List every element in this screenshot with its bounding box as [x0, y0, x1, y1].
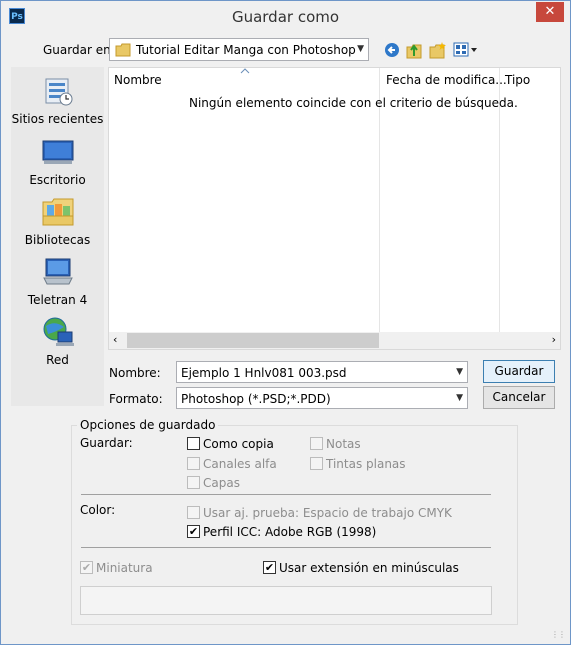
close-button[interactable]: ✕	[536, 2, 564, 22]
layers-checkbox[interactable]	[187, 476, 200, 489]
folder-icon	[115, 43, 131, 57]
lowercase-extension-checkbox[interactable]: ✔	[263, 561, 276, 574]
location-dropdown[interactable]: Tutorial Editar Manga con Photoshop ▼	[109, 38, 369, 61]
libraries-icon	[42, 198, 73, 226]
desktop-icon	[42, 140, 73, 164]
alpha-channels-checkbox[interactable]	[187, 457, 200, 470]
location-text: Tutorial Editar Manga con Photoshop	[136, 43, 356, 57]
place-label: Bibliotecas	[24, 233, 91, 247]
place-computer[interactable]: Teletran 4	[11, 256, 104, 307]
save-options-title: Opciones de guardado	[77, 418, 219, 432]
save-button[interactable]: Guardar	[483, 360, 555, 383]
places-bar: Sitios recientes Escritorio Bibliotecas	[11, 67, 104, 406]
scrollbar-thumb[interactable]	[127, 333, 379, 348]
file-list[interactable]: Nombre Fecha de modifica... Tipo Ningún …	[108, 67, 561, 350]
sort-arrow-icon	[240, 68, 250, 74]
place-label: Sitios recientes	[11, 112, 104, 126]
save-as-dialog: Ps Guardar como ✕ Guardar en: Tutorial E…	[0, 0, 571, 645]
up-folder-icon[interactable]	[406, 41, 422, 59]
spot-colors-label: Tintas planas	[326, 457, 406, 471]
thumbnail-label: Miniatura	[96, 561, 153, 575]
place-desktop[interactable]: Escritorio	[11, 136, 104, 187]
save-in-label: Guardar en:	[43, 43, 115, 57]
column-header-name[interactable]: Nombre	[114, 68, 162, 92]
as-copy-checkbox[interactable]	[187, 437, 200, 450]
name-label: Nombre:	[109, 366, 161, 380]
notes-label: Notas	[326, 437, 361, 451]
place-label: Teletran 4	[27, 293, 88, 307]
scroll-left-icon[interactable]: ‹	[113, 333, 117, 346]
icc-profile-label[interactable]: Perfil ICC: Adobe RGB (1998)	[203, 525, 376, 539]
save-label: Guardar:	[80, 436, 133, 450]
empty-message: Ningún elemento coincide con el criterio…	[189, 96, 518, 110]
window-title: Guardar como	[231, 8, 340, 26]
format-label: Formato:	[109, 392, 163, 406]
view-menu-icon[interactable]	[453, 42, 479, 58]
color-label: Color:	[80, 503, 116, 517]
proof-setup-checkbox[interactable]	[187, 506, 200, 519]
recent-places-icon	[45, 78, 72, 106]
file-name-value: Ejemplo 1 Hnlv081 003.psd	[181, 366, 347, 380]
place-label: Escritorio	[29, 173, 86, 187]
title-bar: Ps Guardar como ✕	[1, 1, 570, 33]
resize-grip-icon[interactable]: ⋮⋮	[551, 630, 566, 639]
column-header-type[interactable]: Tipo	[505, 68, 530, 92]
thumbnail-checkbox[interactable]: ✔	[80, 561, 93, 574]
separator	[81, 547, 491, 548]
place-recent[interactable]: Sitios recientes	[11, 75, 104, 126]
computer-icon	[42, 258, 73, 285]
layers-label: Capas	[203, 476, 240, 490]
alpha-channels-label: Canales alfa	[203, 457, 277, 471]
chevron-down-icon: ▼	[357, 44, 364, 54]
file-name-input[interactable]: Ejemplo 1 Hnlv081 003.psd ▼	[176, 361, 468, 383]
column-header-date[interactable]: Fecha de modifica...	[386, 68, 507, 92]
chevron-down-icon[interactable]: ▼	[456, 367, 463, 377]
notes-checkbox[interactable]	[310, 437, 323, 450]
horizontal-scrollbar[interactable]: ‹ ›	[109, 332, 560, 349]
place-network[interactable]: Red	[11, 316, 104, 367]
format-dropdown[interactable]: Photoshop (*.PSD;*.PDD) ▼	[176, 387, 468, 409]
new-folder-icon[interactable]	[429, 41, 447, 59]
place-label: Red	[46, 353, 69, 367]
lowercase-extension-label[interactable]: Usar extensión en minúsculas	[279, 561, 459, 575]
as-copy-label[interactable]: Como copia	[203, 437, 274, 451]
separator	[81, 494, 491, 495]
proof-setup-label: Usar aj. prueba: Espacio de trabajo CMYK	[203, 506, 452, 520]
description-box	[80, 586, 492, 615]
back-icon[interactable]	[384, 42, 400, 58]
spot-colors-checkbox[interactable]	[310, 457, 323, 470]
place-libraries[interactable]: Bibliotecas	[11, 196, 104, 247]
chevron-down-icon: ▼	[456, 393, 463, 403]
format-value: Photoshop (*.PSD;*.PDD)	[181, 392, 331, 406]
icc-profile-checkbox[interactable]: ✔	[187, 525, 200, 538]
cancel-button[interactable]: Cancelar	[483, 386, 555, 409]
scroll-right-icon[interactable]: ›	[552, 333, 556, 346]
network-icon	[43, 317, 74, 346]
